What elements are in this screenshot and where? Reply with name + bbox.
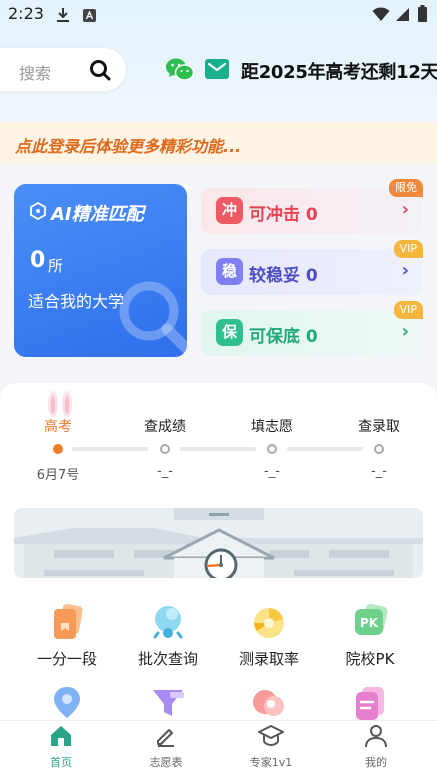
nav-label: 首页 [50, 756, 72, 769]
stable-label: 较稳妥 0 [249, 261, 318, 286]
timeline-step-apply[interactable]: 填志愿 [242, 416, 302, 436]
location-icon [47, 684, 87, 724]
tool-label: 批次查询 [137, 650, 198, 668]
timeline-track [72, 447, 148, 451]
tool-rank-table[interactable]: 一分一段 [27, 603, 107, 669]
nav-label: 专家1v1 [249, 756, 293, 769]
timeline-step-admission[interactable]: 查录取 [349, 416, 409, 436]
timeline-dot [160, 444, 170, 454]
chevron-right-icon: › [401, 199, 409, 220]
tool-school-pk[interactable]: PK 院校PK [330, 603, 410, 669]
timeline-step-score[interactable]: 查成绩 [135, 416, 195, 436]
stable-level-card[interactable]: 稳 较稳妥 0 › VIP [201, 240, 423, 295]
nav-home[interactable]: 首页 [26, 724, 96, 770]
wifi-icon [372, 7, 390, 26]
school-pk-icon: PK [350, 603, 390, 643]
stable-label-text: 较稳妥 [249, 266, 300, 286]
safe-badge: 保 [216, 319, 243, 346]
mail-icon[interactable] [205, 59, 229, 83]
nav-label: 我的 [365, 756, 387, 769]
tool-admission-rate[interactable]: 测录取率 [229, 603, 309, 669]
rush-badge: 冲 [216, 197, 243, 224]
nav-mine[interactable]: 我的 [341, 724, 411, 770]
school-illustration-banner[interactable] [14, 508, 423, 578]
timeline-step-gaokao[interactable]: 高考 [28, 416, 88, 436]
ai-logo-icon [30, 201, 46, 225]
tool-label: 院校PK [345, 650, 395, 668]
rush-label: 可冲击 0 [249, 200, 318, 225]
timeline-date-admission: -_- [371, 464, 387, 479]
free-tag: 限免 [389, 179, 423, 197]
stable-count: 0 [305, 266, 318, 286]
tool-label: 测录取率 [238, 650, 299, 668]
chevron-right-icon: › [401, 321, 409, 342]
timeline-date-score: -_- [157, 464, 173, 479]
status-time: 2:23 [8, 4, 44, 23]
school-building-icon [14, 508, 423, 578]
user-icon [364, 725, 388, 752]
app-notification-icon [83, 7, 96, 26]
search-icon[interactable] [88, 58, 112, 86]
timeline-dot-active [53, 444, 63, 454]
status-bar: 2:23 [0, 0, 437, 30]
battery-icon [418, 5, 427, 26]
signal-icon [396, 7, 410, 26]
wechat-icon[interactable] [165, 57, 195, 87]
pk-icon-text: PK [360, 616, 379, 630]
stable-badge: 稳 [216, 258, 243, 285]
tool-label: 一分一段 [36, 650, 97, 668]
search-input[interactable]: 搜索 [0, 48, 126, 91]
ai-match-count: 0 [30, 248, 46, 273]
edit-icon [154, 729, 178, 752]
timeline-track [287, 447, 363, 451]
timeline-dot [374, 444, 384, 454]
login-banner-text: 点此登录后体验更多精彩功能... [15, 137, 242, 156]
ai-match-unit: 所 [48, 257, 64, 275]
tool-row2-item[interactable] [229, 684, 309, 724]
ai-match-title-row: AI精准匹配 [30, 200, 144, 226]
magnifier-decoration-icon [109, 279, 187, 357]
palette-icon [249, 684, 289, 724]
vip-tag: VIP [393, 301, 423, 319]
nav-label: 志愿表 [149, 756, 183, 769]
tool-batch-query[interactable]: 批次查询 [128, 603, 208, 669]
timeline-date-gaokao: 6月7号 [36, 468, 80, 483]
nav-volunteer-table[interactable]: 志愿表 [131, 724, 201, 770]
search-placeholder: 搜索 [19, 64, 52, 83]
ai-match-card[interactable]: AI精准匹配 0 所 适合我的大学 [14, 184, 187, 357]
batch-query-icon [148, 603, 188, 643]
safe-count: 0 [305, 327, 318, 347]
vip-tag: VIP [393, 240, 423, 258]
nav-expert[interactable]: 专家1v1 [236, 724, 306, 770]
filter-icon [148, 684, 188, 724]
graduation-cap-icon [258, 725, 284, 752]
timeline-dot [267, 444, 277, 454]
rank-card-icon [47, 603, 87, 643]
gaokao-countdown: 距2025年高考还剩12天 [241, 62, 437, 83]
admission-rate-icon [249, 603, 289, 643]
safe-label-text: 可保底 [249, 327, 300, 347]
document-icon [350, 684, 390, 724]
tool-row2-item[interactable] [128, 684, 208, 724]
ai-match-title: AI精准匹配 [51, 204, 144, 225]
timeline-track [180, 447, 256, 451]
rush-label-text: 可冲击 [249, 205, 300, 225]
tool-row2-item[interactable] [330, 684, 410, 724]
timeline-date-apply: -_- [264, 464, 280, 479]
safe-label: 可保底 0 [249, 322, 318, 347]
safe-level-card[interactable]: 保 可保底 0 › VIP [201, 301, 423, 356]
rush-count: 0 [305, 205, 318, 225]
login-banner[interactable]: 点此登录后体验更多精彩功能... [0, 122, 437, 164]
home-icon [49, 726, 73, 752]
chevron-right-icon: › [401, 260, 409, 281]
download-icon [56, 7, 70, 27]
tool-row2-item[interactable] [27, 684, 107, 724]
rush-level-card[interactable]: 冲 可冲击 0 › 限免 [201, 179, 423, 234]
